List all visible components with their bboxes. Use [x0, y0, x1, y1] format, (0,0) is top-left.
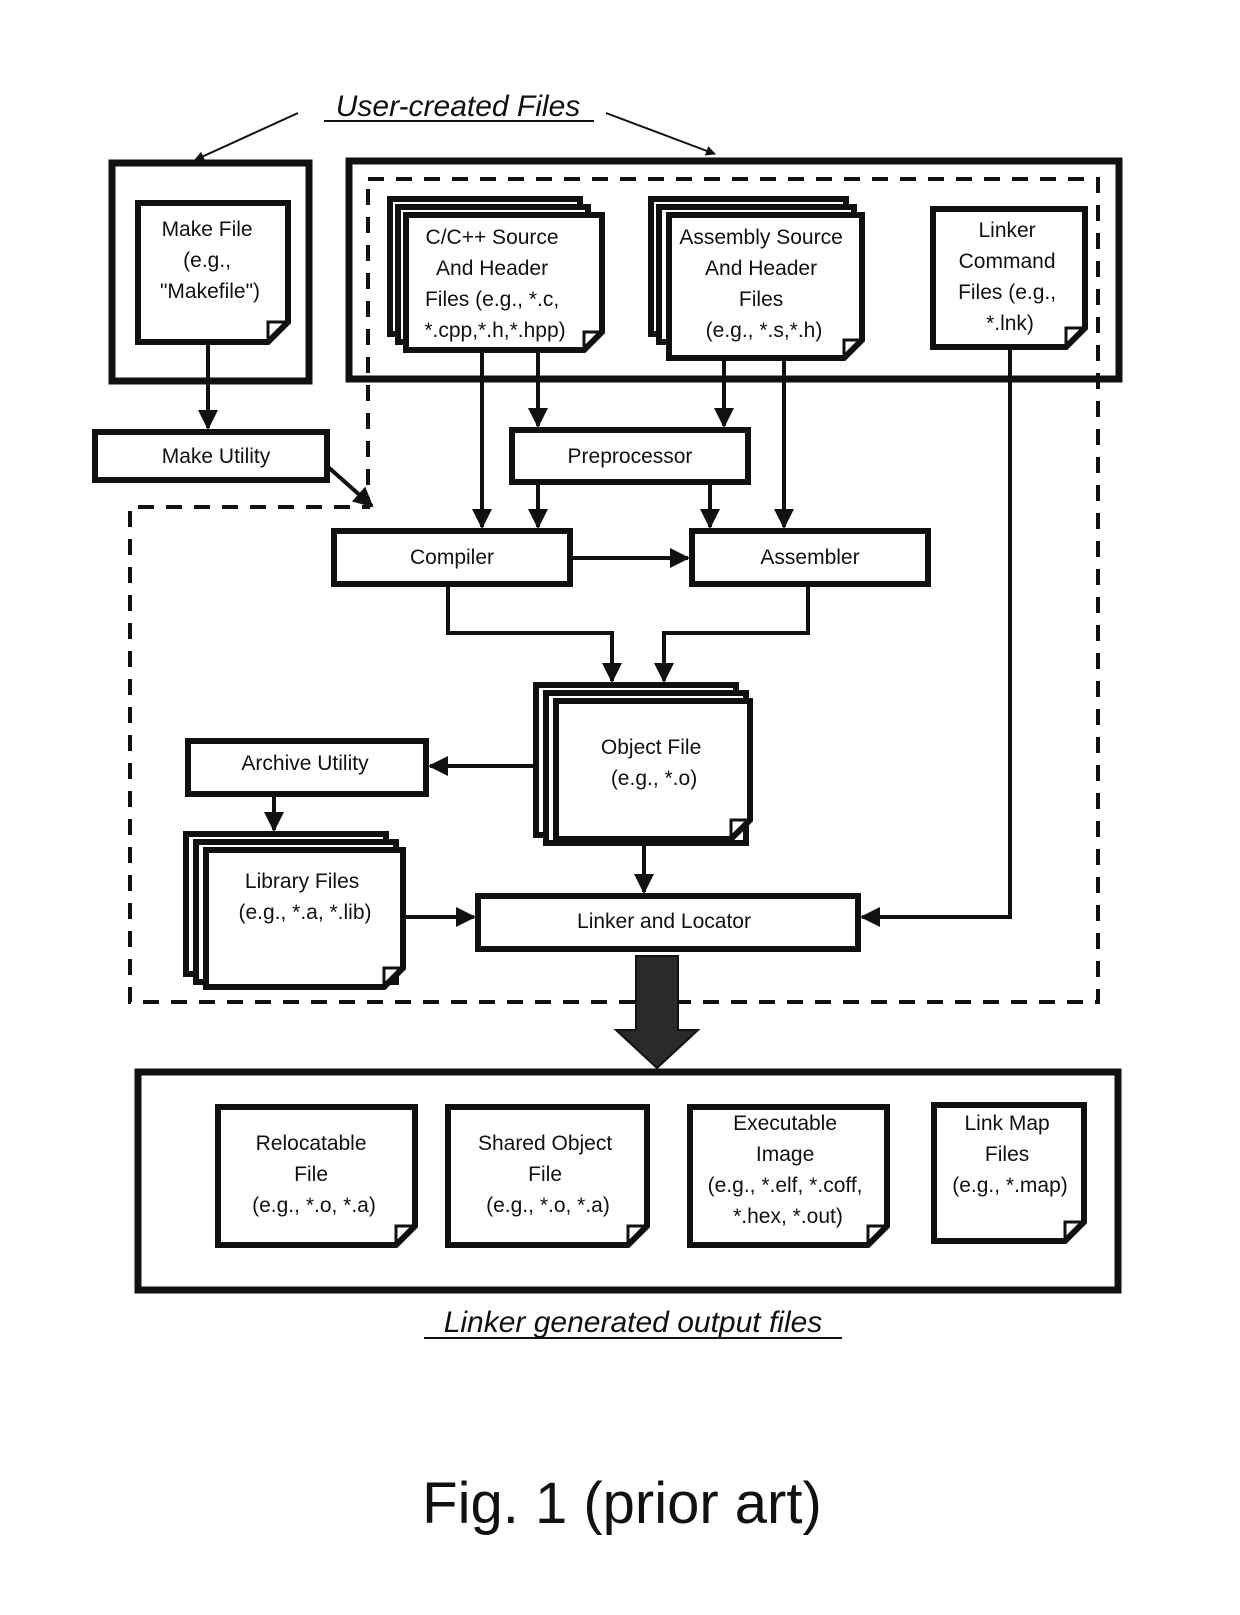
output-files-header: Linker generated output files: [424, 1306, 842, 1339]
compiler-box[interactable]: Compiler: [331, 528, 573, 587]
arrow-assembler-to-object: [654, 584, 810, 683]
output-doc-executable[interactable]: Executable Image (e.g., *.elf, *.coff, *…: [687, 1104, 890, 1248]
asm-source-doc[interactable]: Assembly Source And Header Files (e.g., …: [648, 196, 865, 361]
arrow-makeutil-to-toolchain: [325, 464, 374, 508]
figure-caption: Fig. 1 (prior art): [422, 1471, 822, 1536]
output-doc-relocatable[interactable]: Relocatable File (e.g., *.o, *.a): [215, 1104, 418, 1248]
assembler-label: Assembler: [760, 546, 859, 569]
output-doc-shared-object[interactable]: Shared Object File (e.g., *.o, *.a): [445, 1104, 650, 1248]
user-files-header-text: User-created Files: [336, 90, 581, 123]
make-utility-label: Make Utility: [162, 445, 271, 468]
toolchain-diagram: User-created Files Make File (e.g., "Mak…: [92, 90, 1123, 1536]
output-doc-link-map[interactable]: Link Map Files (e.g., *.map): [931, 1102, 1087, 1244]
arrow-lnkcmd-to-linker: [860, 347, 1012, 927]
archive-utility-label: Archive Utility: [241, 752, 369, 775]
compiler-label: Compiler: [410, 546, 494, 569]
linker-locator-box[interactable]: Linker and Locator: [475, 893, 861, 952]
arrow-to-source-group: [605, 112, 716, 156]
user-files-header: User-created Files: [194, 90, 716, 161]
output-block-arrow-icon: [613, 955, 701, 1070]
arrow-compiler-to-object: [446, 584, 622, 683]
make-utility-box[interactable]: Make Utility: [92, 429, 330, 483]
preprocessor-label: Preprocessor: [568, 445, 693, 468]
linker-locator-label: Linker and Locator: [577, 910, 751, 933]
make-file-doc[interactable]: Make File (e.g., "Makefile"): [135, 200, 291, 345]
assembler-box[interactable]: Assembler: [689, 528, 931, 587]
preprocessor-box[interactable]: Preprocessor: [509, 427, 751, 485]
c-source-doc[interactable]: C/C++ Source And Header Files (e.g., *.c…: [387, 196, 605, 353]
archive-utility-box[interactable]: Archive Utility: [185, 738, 429, 797]
object-file-doc[interactable]: Object File (e.g., *.o): [533, 682, 753, 846]
library-files-doc[interactable]: Library Files (e.g., *.a, *.lib): [183, 831, 406, 990]
output-files-header-text: Linker generated output files: [444, 1306, 823, 1339]
linker-command-doc[interactable]: Linker Command Files (e.g., *.lnk): [930, 206, 1088, 350]
arrow-to-make-group: [194, 112, 299, 161]
